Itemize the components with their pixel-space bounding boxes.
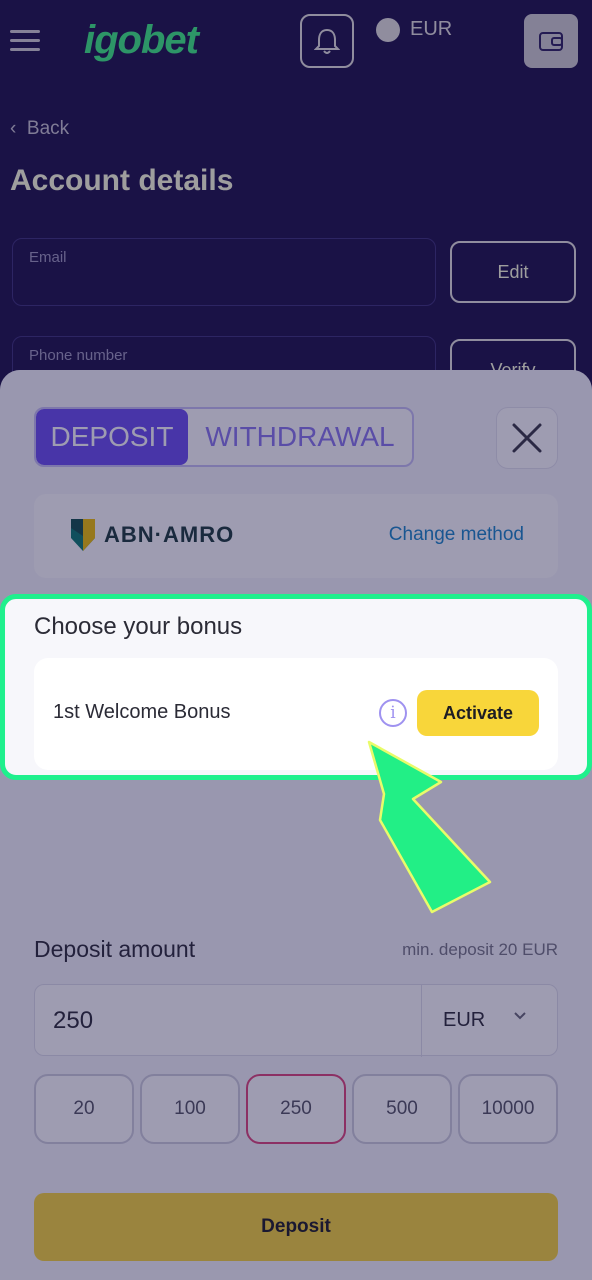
bonus-section: Choose your bonus 1st Welcome Bonus i Ac… [0, 594, 592, 780]
info-icon[interactable]: i [379, 699, 407, 727]
bonus-name: 1st Welcome Bonus [53, 701, 231, 723]
sheet-dim-overlay [0, 370, 592, 1280]
activate-button[interactable]: Activate [417, 690, 539, 736]
bonus-title: Choose your bonus [34, 613, 243, 640]
bonus-card: 1st Welcome Bonus i Activate [34, 658, 558, 770]
